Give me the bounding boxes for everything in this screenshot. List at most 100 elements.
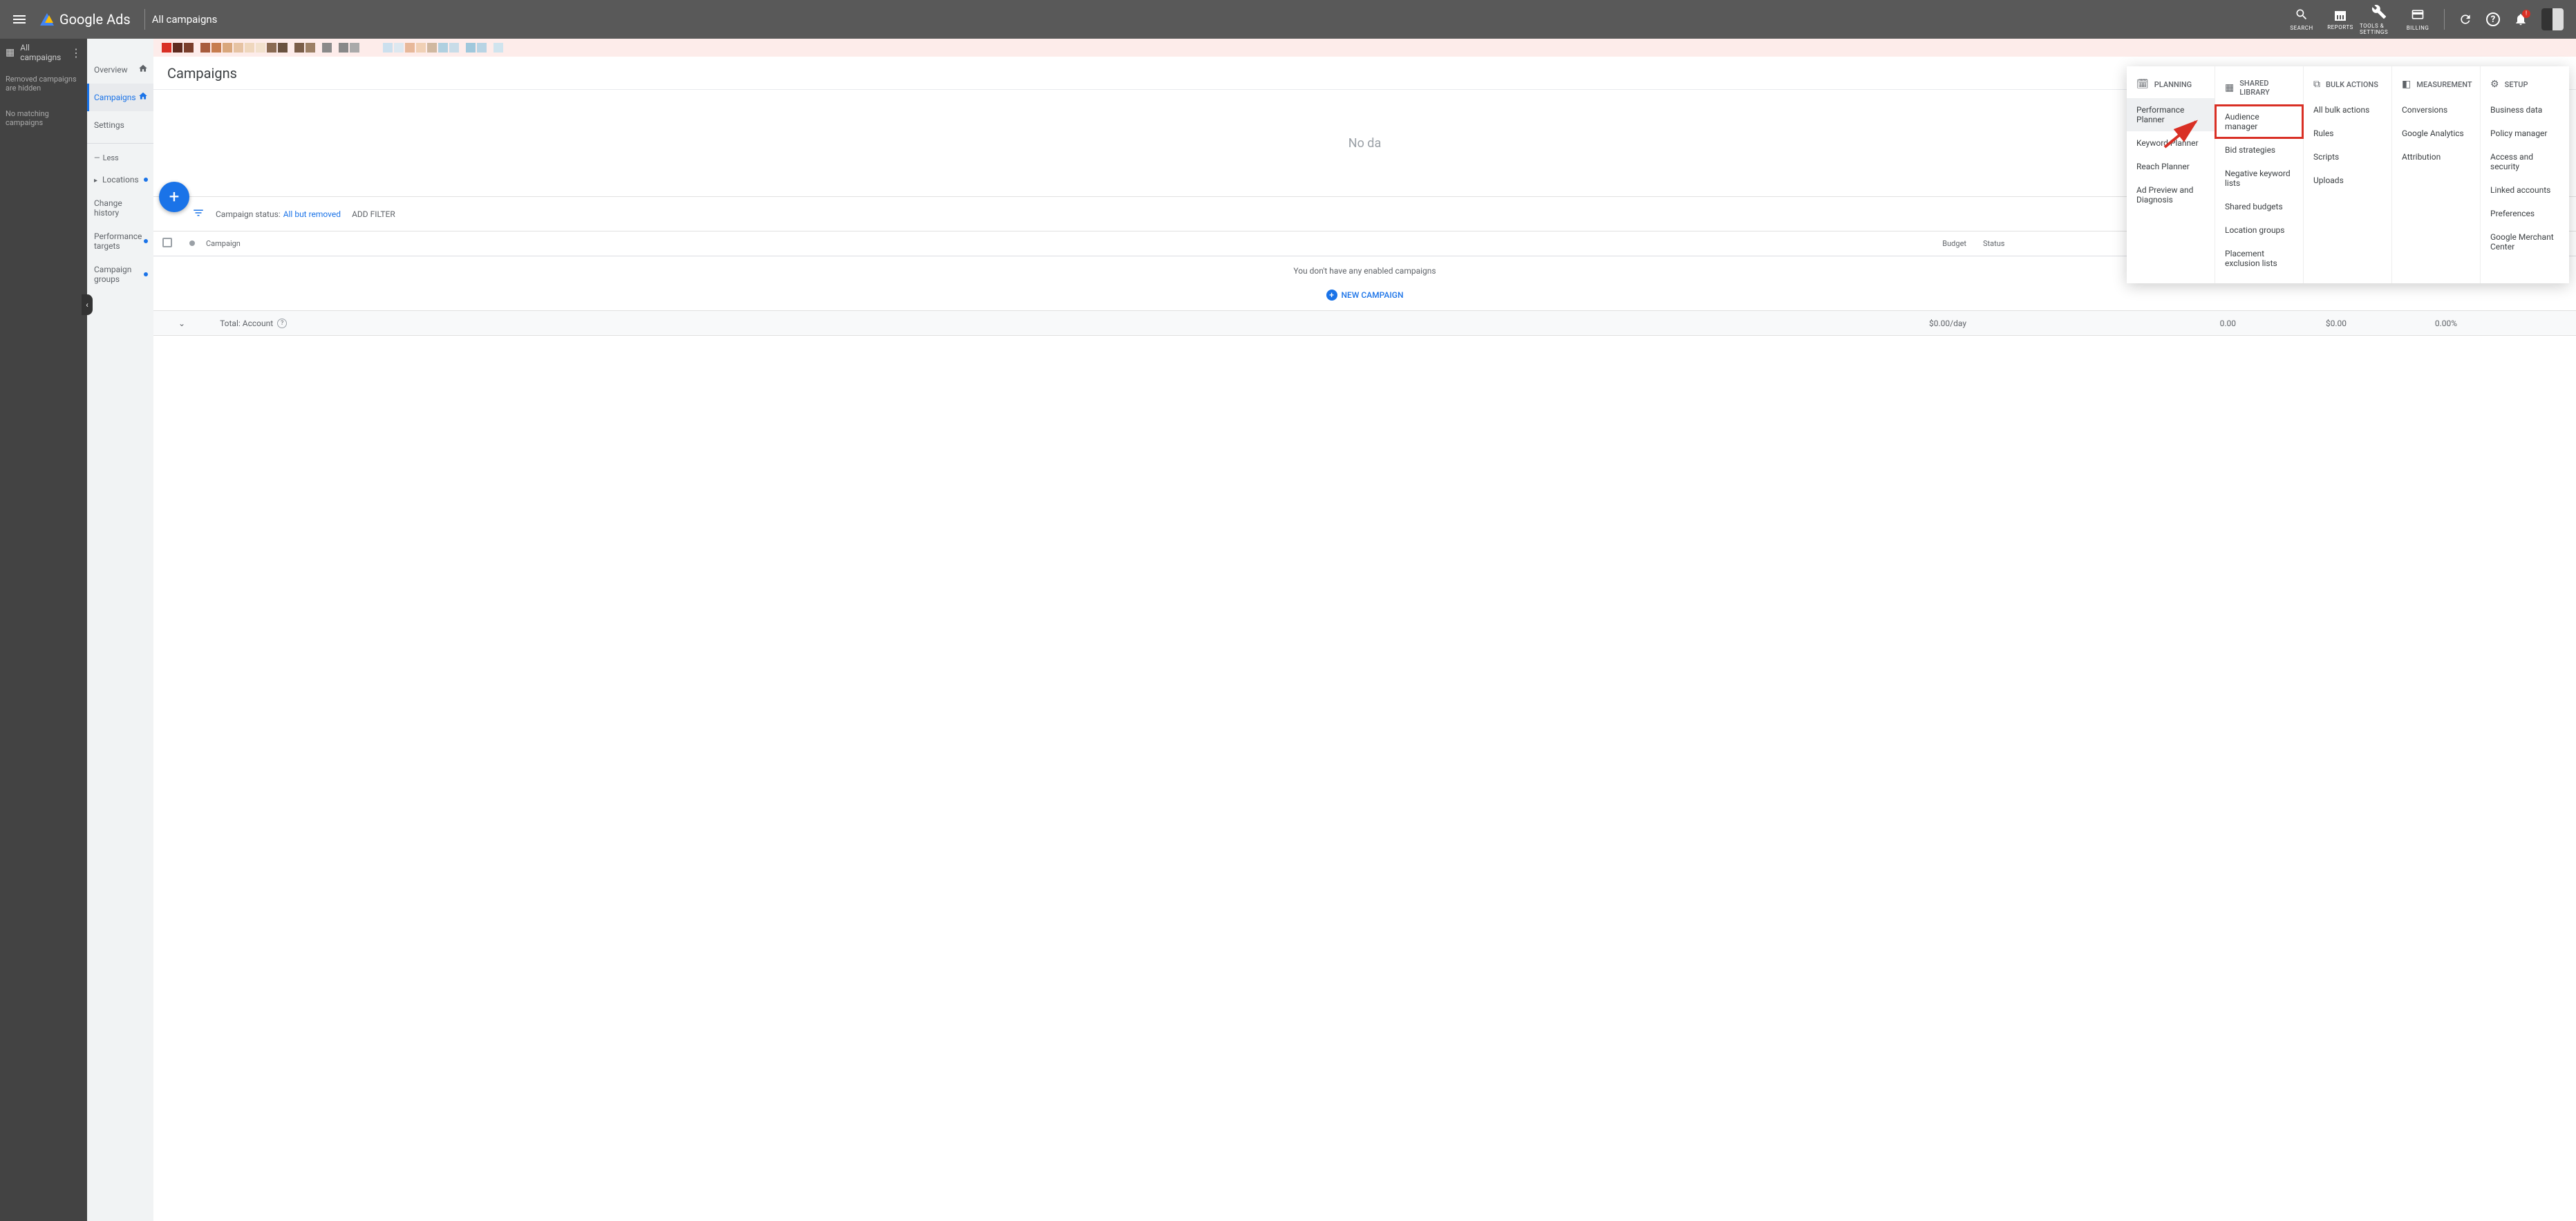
header-reports[interactable]: REPORTS — [2321, 0, 2360, 39]
mega-shared-budgets[interactable]: Shared budgets — [2215, 195, 2303, 218]
col-campaign[interactable]: Campaign — [198, 239, 1857, 248]
divider — [2444, 9, 2445, 30]
filter-chip[interactable]: Campaign status:All but removed — [216, 209, 341, 219]
hamburger-icon — [13, 15, 26, 23]
mega-attribution[interactable]: Attribution — [2392, 145, 2480, 169]
mega-ad-preview[interactable]: Ad Preview and Diagnosis — [2127, 178, 2215, 211]
refresh-button[interactable] — [2452, 6, 2479, 33]
nav-less-toggle[interactable]: — Less — [87, 143, 153, 168]
help-button[interactable]: ? — [2479, 6, 2507, 33]
col-budget[interactable]: Budget — [1857, 239, 1975, 248]
nav-change-history[interactable]: Change history — [87, 191, 153, 225]
mega-col-planning: 🗓PLANNING Performance Planner Keyword Pl… — [2127, 66, 2215, 283]
collapse-rail-button[interactable]: ‹ — [82, 294, 93, 315]
chevron-down-icon[interactable]: ⌄ — [178, 319, 185, 328]
app-header: Google Ads All campaigns SEARCH REPORTS … — [0, 0, 2576, 39]
mega-col-shared-library: ▦SHARED LIBRARY Audience manager Bid str… — [2215, 66, 2304, 283]
mega-linked-accounts[interactable]: Linked accounts — [2481, 178, 2569, 202]
mega-rules[interactable]: Rules — [2304, 122, 2391, 145]
mega-bid-strategies[interactable]: Bid strategies — [2215, 138, 2303, 162]
mega-policy-manager[interactable]: Policy manager — [2481, 122, 2569, 145]
help-icon: ? — [2486, 12, 2500, 26]
reports-icon — [2335, 9, 2346, 23]
mega-location-groups[interactable]: Location groups — [2215, 218, 2303, 242]
nav-overview[interactable]: Overview — [87, 56, 153, 84]
header-tools-settings[interactable]: TOOLS & SETTINGS — [2360, 0, 2398, 39]
bulk-icon: ⧉ — [2313, 79, 2320, 90]
google-ads-logo-icon — [40, 13, 54, 26]
indicator-dot — [144, 272, 148, 276]
select-all-checkbox[interactable] — [162, 238, 172, 247]
header-billing[interactable]: BILLING — [2398, 0, 2437, 39]
mega-all-bulk-actions[interactable]: All bulk actions — [2304, 98, 2391, 122]
mega-col-measurement: ◧MEASUREMENT Conversions Google Analytic… — [2392, 66, 2481, 283]
notification-badge: ! — [2522, 10, 2530, 18]
product-name: Google Ads — [59, 11, 131, 28]
header-search[interactable]: SEARCH — [2282, 0, 2321, 39]
notifications-button[interactable]: ! — [2507, 6, 2535, 33]
main-content: Campaigns No da + Campaign status:All bu… — [153, 39, 2576, 1221]
nav-campaigns[interactable]: Campaigns — [87, 84, 153, 111]
secondary-nav: Overview Campaigns Settings — Less ▸ L — [87, 39, 153, 1221]
search-icon — [2295, 8, 2309, 23]
filter-icon[interactable] — [192, 207, 205, 222]
measurement-icon: ◧ — [2402, 79, 2411, 90]
rail-removed-note: Removed campaigns are hidden — [0, 66, 87, 101]
nav-locations[interactable]: ▸ Locations — [87, 168, 153, 191]
mega-conversions[interactable]: Conversions — [2392, 98, 2480, 122]
user-avatar[interactable] — [2541, 8, 2564, 30]
context-title: All campaigns — [152, 13, 218, 26]
mega-google-analytics[interactable]: Google Analytics — [2392, 122, 2480, 145]
mega-audience-manager[interactable]: Audience manager — [2215, 105, 2303, 138]
mega-negative-keywords[interactable]: Negative keyword lists — [2215, 162, 2303, 195]
mega-access-security[interactable]: Access and security — [2481, 145, 2569, 178]
refresh-icon — [2459, 12, 2472, 26]
nav-perf-targets[interactable]: Performance targets — [87, 225, 153, 258]
plus-icon: + — [169, 187, 180, 207]
mega-reach-planner[interactable]: Reach Planner — [2127, 155, 2215, 178]
rail-nomatch-note: No matching campaigns — [0, 101, 87, 135]
more-icon[interactable]: ⋮ — [70, 46, 82, 59]
mega-col-setup: ⚙SETUP Business data Policy manager Acce… — [2481, 66, 2569, 283]
calendar-icon: 🗓 — [2136, 79, 2149, 90]
add-filter-button[interactable]: ADD FILTER — [352, 209, 395, 219]
mega-scripts[interactable]: Scripts — [2304, 145, 2391, 169]
hamburger-menu[interactable] — [6, 6, 33, 33]
nav-campaign-groups[interactable]: Campaign groups — [87, 258, 153, 291]
grid-icon: ▦ — [6, 47, 15, 58]
mega-placement-exclusion[interactable]: Placement exclusion lists — [2215, 242, 2303, 275]
indicator-dot — [144, 239, 148, 243]
campaign-color-strip — [153, 39, 2576, 57]
minus-icon: — — [94, 153, 100, 162]
home-icon — [138, 64, 148, 76]
col-status[interactable]: Status — [1975, 239, 2071, 248]
billing-icon — [2411, 8, 2425, 23]
mega-uploads[interactable]: Uploads — [2304, 169, 2391, 192]
mega-preferences[interactable]: Preferences — [2481, 202, 2569, 225]
fab-new-campaign[interactable]: + — [159, 182, 189, 212]
setup-icon: ⚙ — [2490, 79, 2499, 90]
indicator-dot — [144, 178, 148, 182]
tools-mega-menu: 🗓PLANNING Performance Planner Keyword Pl… — [2127, 66, 2569, 283]
wrench-icon — [2371, 4, 2387, 21]
left-rail: ▦ All campaigns ⋮ Removed campaigns are … — [0, 39, 87, 1221]
mega-performance-planner[interactable]: Performance Planner — [2127, 98, 2215, 131]
status-dot-icon — [189, 240, 195, 246]
mega-business-data[interactable]: Business data — [2481, 98, 2569, 122]
logo-area[interactable]: Google Ads — [33, 11, 138, 28]
divider — [144, 9, 145, 30]
mega-merchant-center[interactable]: Google Merchant Center — [2481, 225, 2569, 258]
plus-circle-icon: + — [1326, 290, 1337, 301]
page-title: Campaigns — [167, 65, 237, 82]
home-icon — [138, 91, 148, 104]
mega-col-bulk-actions: ⧉BULK ACTIONS All bulk actions Rules Scr… — [2304, 66, 2392, 283]
nav-settings[interactable]: Settings — [87, 111, 153, 139]
mega-keyword-planner[interactable]: Keyword Planner — [2127, 131, 2215, 155]
table-total-row: ⌄ Total: Account ? $0.00/day 0.00 $0.00 … — [153, 311, 2576, 336]
chevron-left-icon: ‹ — [86, 300, 88, 310]
info-icon[interactable]: ? — [277, 319, 287, 328]
library-icon: ▦ — [2225, 82, 2234, 93]
chevron-right-icon: ▸ — [94, 177, 97, 184]
rail-scope[interactable]: ▦ All campaigns ⋮ — [0, 39, 87, 66]
new-campaign-button[interactable]: + NEW CAMPAIGN — [1326, 290, 1404, 301]
